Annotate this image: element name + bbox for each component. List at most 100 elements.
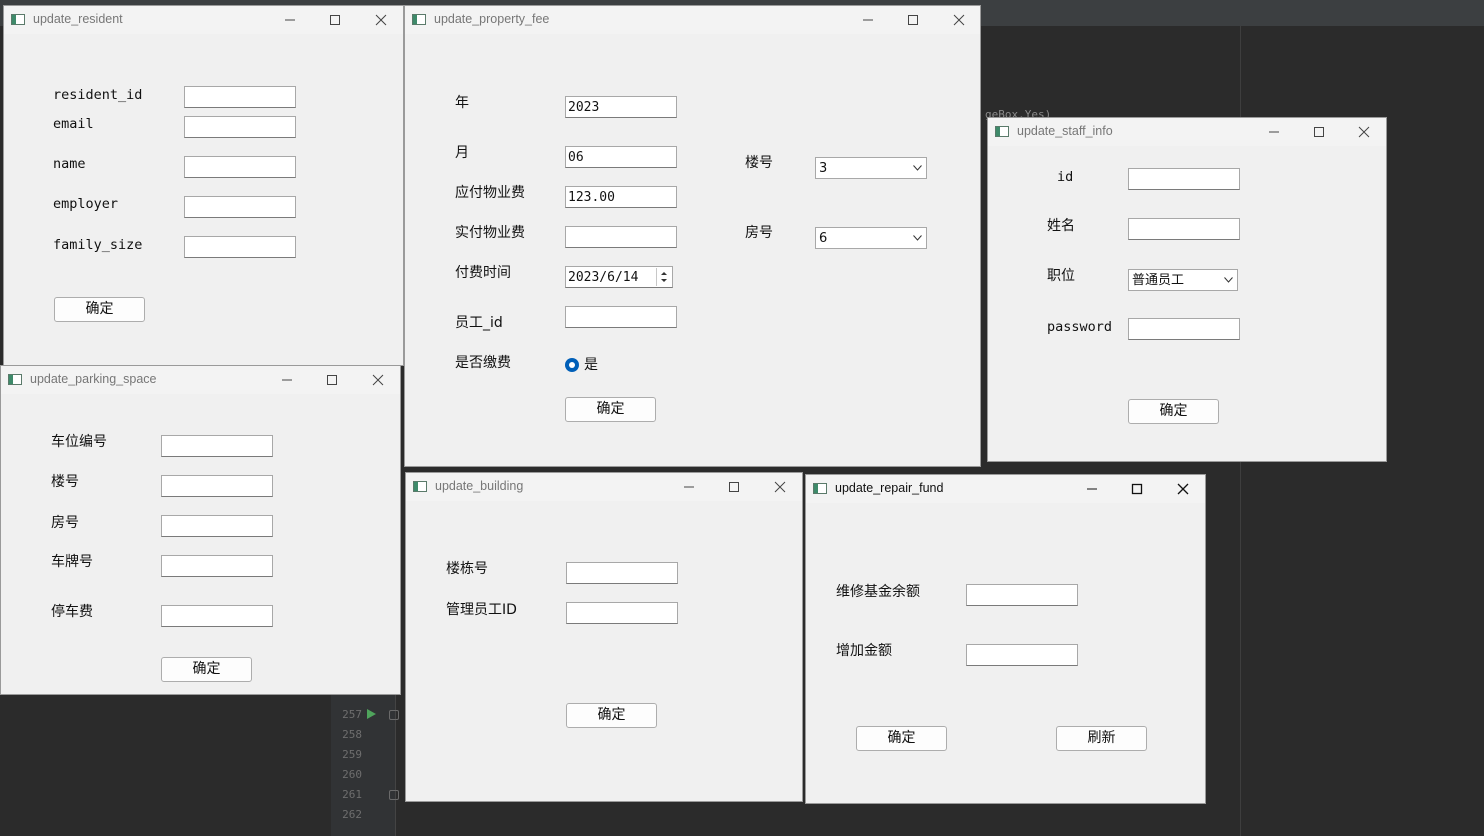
staff-id-label: 员工_id [455,315,503,331]
paid-fee-input[interactable] [565,226,677,248]
building-input[interactable] [161,475,273,497]
email-input[interactable] [184,116,296,138]
app-icon [813,483,827,494]
app-icon [11,14,25,25]
due-fee-label: 应付物业费 [455,185,525,201]
employer-label: employer [53,196,119,212]
minimize-icon[interactable] [679,478,699,496]
building-number-label: 楼栋号 [446,561,488,577]
id-label: id [1057,169,1074,185]
space-number-label: 车位编号 [51,434,107,450]
pay-time-value: 2023/6/14 [568,270,639,285]
building-select-value: 3 [819,161,828,176]
spin-arrows-icon[interactable] [656,268,671,286]
fold-icon[interactable] [389,710,399,720]
maximize-icon[interactable] [903,11,923,29]
maximize-icon[interactable] [1309,123,1329,141]
due-fee-input[interactable]: 123.00 [565,186,677,208]
maximize-icon[interactable] [1127,480,1147,498]
maximize-icon[interactable] [724,478,744,496]
close-icon[interactable] [770,478,790,496]
title-bar[interactable]: update_resident [4,6,403,34]
is-paid-radio-label: 是 [584,357,598,373]
password-label: password [1047,319,1113,335]
room-label: 房号 [51,515,79,531]
family-size-input[interactable] [184,236,296,258]
room-input[interactable] [161,515,273,537]
name-label: name [53,156,86,172]
maximize-icon[interactable] [322,371,342,389]
pay-time-date-edit[interactable]: 2023/6/14 [565,266,673,288]
title-bar[interactable]: update_property_fee [405,6,980,34]
minimize-icon[interactable] [1264,123,1284,141]
plate-input[interactable] [161,555,273,577]
parking-fee-input[interactable] [161,605,273,627]
title-bar[interactable]: update_staff_info [988,118,1386,146]
manager-staff-id-label: 管理员工ID [446,602,517,618]
building-label: 楼号 [745,155,773,171]
minimize-icon[interactable] [280,11,300,29]
maximize-icon[interactable] [325,11,345,29]
close-icon[interactable] [1354,123,1374,141]
position-label: 职位 [1047,268,1075,284]
ide-line-number: 257 [342,708,362,721]
month-input[interactable]: 06 [565,146,677,168]
fund-balance-input[interactable] [966,584,1078,606]
is-paid-label: 是否缴费 [455,355,511,371]
title-bar[interactable]: update_building [406,473,802,501]
employer-input[interactable] [184,196,296,218]
window-title: update_building [435,479,524,493]
fold-icon[interactable] [389,790,399,800]
building-select[interactable]: 3 [815,157,927,179]
close-icon[interactable] [949,11,969,29]
close-icon[interactable] [1173,480,1193,498]
update-repair-fund-window: update_repair_fund 维修基金余额 增加金额 确定 刷新 [805,474,1206,804]
plate-label: 车牌号 [51,554,93,570]
window-title: update_parking_space [30,372,157,386]
fund-balance-label: 维修基金余额 [836,584,920,600]
close-icon[interactable] [368,371,388,389]
building-number-input[interactable] [566,562,678,584]
confirm-button[interactable]: 确定 [856,726,947,751]
title-bar[interactable]: update_repair_fund [806,475,1205,503]
year-input[interactable]: 2023 [565,96,677,118]
name-label: 姓名 [1047,218,1075,234]
room-select[interactable]: 6 [815,227,927,249]
update-parking-space-window: update_parking_space 车位编号 楼号 房号 车牌号 停车费 … [0,365,401,695]
resident-id-label: resident_id [53,87,143,103]
ide-line-number: 261 [342,788,362,801]
family-size-label: family_size [53,237,143,253]
room-select-value: 6 [819,231,828,246]
confirm-button[interactable]: 确定 [161,657,252,682]
add-amount-input[interactable] [966,644,1078,666]
is-paid-radio[interactable] [565,358,579,372]
position-select[interactable]: 普通员工 [1128,269,1238,291]
name-input[interactable] [184,156,296,178]
minimize-icon[interactable] [1082,480,1102,498]
ide-line-number: 262 [342,808,362,821]
resident-id-input[interactable] [184,86,296,108]
manager-staff-id-input[interactable] [566,602,678,624]
close-icon[interactable] [371,11,391,29]
id-input[interactable] [1128,168,1240,190]
space-number-input[interactable] [161,435,273,457]
staff-id-input[interactable] [565,306,677,328]
confirm-button[interactable]: 确定 [1128,399,1219,424]
paid-fee-label: 实付物业费 [455,225,525,241]
chevron-down-icon [1224,277,1233,283]
confirm-button[interactable]: 确定 [54,297,145,322]
confirm-button[interactable]: 确定 [565,397,656,422]
chevron-down-icon [913,235,922,241]
ide-line-number: 260 [342,768,362,781]
name-input[interactable] [1128,218,1240,240]
minimize-icon[interactable] [858,11,878,29]
update-resident-window: update_resident resident_id email name e… [3,5,404,366]
email-label: email [53,116,94,132]
minimize-icon[interactable] [277,371,297,389]
title-bar[interactable]: update_parking_space [1,366,400,394]
run-icon[interactable] [367,709,376,719]
confirm-button[interactable]: 确定 [566,703,657,728]
password-input[interactable] [1128,318,1240,340]
refresh-button[interactable]: 刷新 [1056,726,1147,751]
update-staff-info-window: update_staff_info id 姓名 职位 普通员工 password… [987,117,1387,462]
